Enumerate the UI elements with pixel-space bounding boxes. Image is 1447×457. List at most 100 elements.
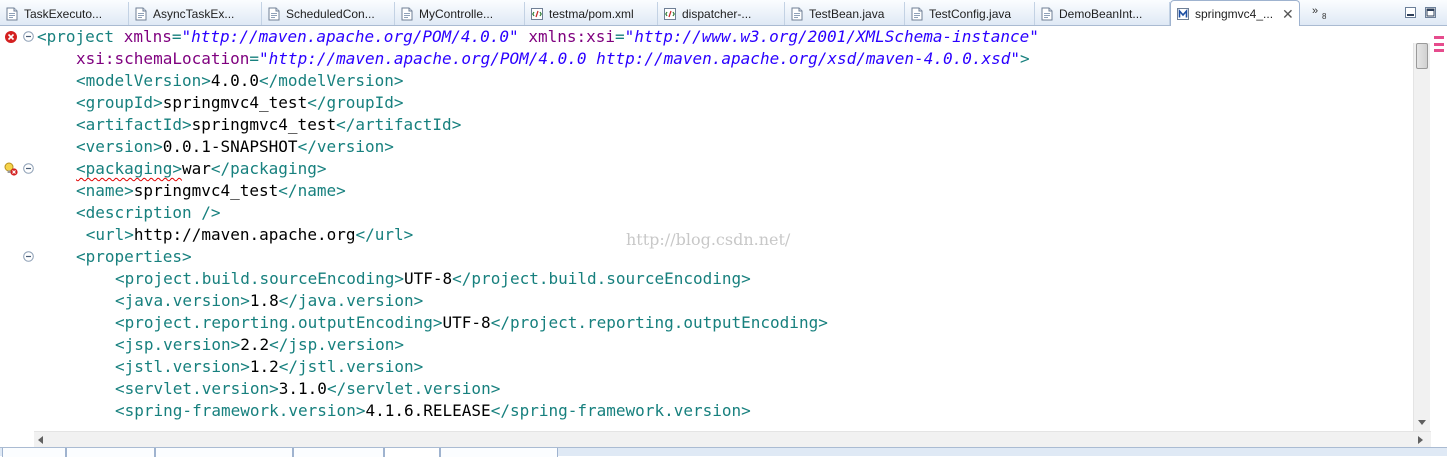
code-line[interactable]: <name>springmvc4_test</name> [0, 180, 1431, 202]
code-token: xmlns [123, 27, 172, 46]
java-file-icon [911, 7, 923, 20]
code-text: <groupId>springmvc4_test</groupId> [76, 92, 404, 114]
editor-tab[interactable]: AsyncTaskEx... [129, 2, 262, 25]
code-token: <modelVersion> [76, 71, 211, 90]
overview-error-marker[interactable] [1434, 43, 1444, 46]
fold-toggle-icon[interactable] [23, 31, 34, 42]
code-token: </project.reporting.outputEncoding> [490, 313, 828, 332]
editor-tab[interactable]: ScheduledCon... [262, 2, 395, 25]
maven-pom-icon [1177, 8, 1189, 20]
code-token: = [249, 49, 260, 68]
tab-overflow-count[interactable]: 8 [1322, 12, 1326, 21]
code-text: <jstl.version>1.2</jstl.version> [115, 356, 423, 378]
code-token: > [1020, 49, 1030, 68]
scroll-down-arrow-icon[interactable] [1414, 414, 1430, 431]
minimize-icon[interactable] [1404, 6, 1417, 19]
code-token: 1.8 [249, 291, 279, 310]
code-token: <jsp.version> [115, 335, 241, 354]
editor-tab[interactable]: MyControlle... [395, 2, 525, 25]
code-token: </spring-framework.version> [490, 401, 751, 420]
code-token: <project.build.sourceEncoding> [115, 269, 404, 288]
code-text: <description /> [76, 202, 221, 224]
code-token: 4.0.0 [210, 71, 260, 90]
code-token: <jstl.version> [115, 357, 250, 376]
java-file-icon [6, 7, 18, 20]
code-line[interactable]: <project.reporting.outputEncoding>UTF-8<… [0, 312, 1431, 334]
close-tab-icon[interactable]: ✕ [1282, 6, 1294, 23]
editor-tab[interactable]: springmvc4_... ✕ [1170, 0, 1300, 27]
code-line[interactable]: <project xmlns="http://maven.apache.org/… [0, 26, 1431, 48]
editor-tab[interactable]: TaskExecuto... [0, 2, 129, 25]
fold-toggle-icon[interactable] [23, 251, 34, 262]
code-token: 3.1.0 [278, 379, 327, 398]
code-line[interactable]: <project.build.sourceEncoding>UTF-8</pro… [0, 268, 1431, 290]
code-line[interactable]: <spring-framework.version>4.1.6.RELEASE<… [0, 400, 1431, 422]
code-token: <spring-framework.version> [115, 401, 366, 420]
code-token: <servlet.version> [115, 379, 279, 398]
editor-tab-label: AsyncTaskEx... [153, 6, 235, 21]
code-token: war [181, 159, 211, 178]
editor-tab[interactable]: DemoBeanInt... [1035, 2, 1170, 25]
code-token: xmlns:xsi [528, 27, 616, 46]
code-text: <project xmlns="http://maven.apache.org/… [37, 26, 1039, 48]
code-token: <name> [76, 181, 134, 200]
code-line[interactable]: <properties> [0, 246, 1431, 268]
fold-toggle-icon[interactable] [23, 163, 34, 174]
scroll-left-arrow-icon[interactable] [34, 433, 48, 447]
code-token: <project [37, 27, 124, 46]
watermark: http://blog.csdn.net/ [626, 230, 791, 249]
code-token: <version> [76, 137, 163, 156]
code-line[interactable]: <jstl.version>1.2</jstl.version> [0, 356, 1431, 378]
quick-fix-error-icon[interactable] [4, 162, 18, 176]
editor-tab-label: TestBean.java [809, 6, 885, 21]
overview-error-marker[interactable] [1434, 36, 1444, 39]
editor-tab[interactable]: dispatcher-... [658, 2, 785, 25]
error-marker-icon[interactable] [4, 30, 18, 44]
code-token: <artifactId> [76, 115, 192, 134]
code-text: <spring-framework.version>4.1.6.RELEASE<… [115, 400, 751, 422]
scroll-right-arrow-icon[interactable] [1413, 433, 1427, 447]
horizontal-scrollbar[interactable] [34, 431, 1431, 447]
java-file-icon [135, 7, 147, 20]
code-line[interactable]: <java.version>1.8</java.version> [0, 290, 1431, 312]
code-text: <properties> [76, 246, 192, 268]
code-line[interactable]: <jsp.version>2.2</jsp.version> [0, 334, 1431, 356]
editor-tab[interactable]: TestConfig.java [905, 2, 1035, 25]
code-token: "http://maven.apache.org/POM/4.0.0 http:… [259, 49, 1021, 68]
code-token: = [171, 27, 182, 46]
code-line[interactable]: <artifactId>springmvc4_test</artifactId> [0, 114, 1431, 136]
code-token: <properties> [76, 247, 192, 266]
editor-tab[interactable]: TestBean.java [785, 2, 905, 25]
overview-ruler[interactable] [1431, 26, 1447, 431]
code-token: </url> [355, 225, 414, 244]
code-token: springmvc4_test [133, 181, 279, 200]
vertical-scroll-thumb[interactable] [1416, 43, 1428, 69]
code-token: </packaging> [210, 159, 327, 178]
code-token: </name> [278, 181, 346, 200]
code-token: </groupId> [307, 93, 404, 112]
code-line[interactable]: <modelVersion>4.0.0</modelVersion> [0, 70, 1431, 92]
code-line[interactable]: <servlet.version>3.1.0</servlet.version> [0, 378, 1431, 400]
java-file-icon [1041, 7, 1053, 20]
code-token: <url> [85, 225, 134, 244]
tab-overflow-icon[interactable]: » [1312, 5, 1318, 17]
code-token: </jstl.version> [278, 357, 424, 376]
code-token: <project.reporting.outputEncoding> [115, 313, 443, 332]
code-line[interactable]: <version>0.0.1-SNAPSHOT</version> [0, 136, 1431, 158]
vertical-scrollbar[interactable] [1413, 43, 1430, 431]
editor-tab-label: TestConfig.java [929, 6, 1012, 21]
code-token: http://maven.apache.org [133, 225, 356, 244]
maximize-icon[interactable] [1424, 6, 1437, 19]
code-token: = [615, 27, 625, 46]
code-line[interactable]: xsi:schemaLocation="http://maven.apache.… [0, 48, 1431, 70]
xml-file-icon [531, 7, 543, 20]
code-line[interactable]: <description /> [0, 202, 1431, 224]
code-line[interactable]: <groupId>springmvc4_test</groupId> [0, 92, 1431, 114]
overview-warning-marker[interactable] [1434, 49, 1444, 52]
code-token: 4.1.6.RELEASE [365, 401, 491, 420]
code-line[interactable]: <packaging>war</packaging> [0, 158, 1431, 180]
editor-tab-label: dispatcher-... [682, 6, 752, 21]
editor-tab[interactable]: testma/pom.xml [525, 2, 658, 25]
pom-xml-source-editor[interactable]: <project xmlns="http://maven.apache.org/… [0, 26, 1431, 431]
code-token: </servlet.version> [326, 379, 501, 398]
